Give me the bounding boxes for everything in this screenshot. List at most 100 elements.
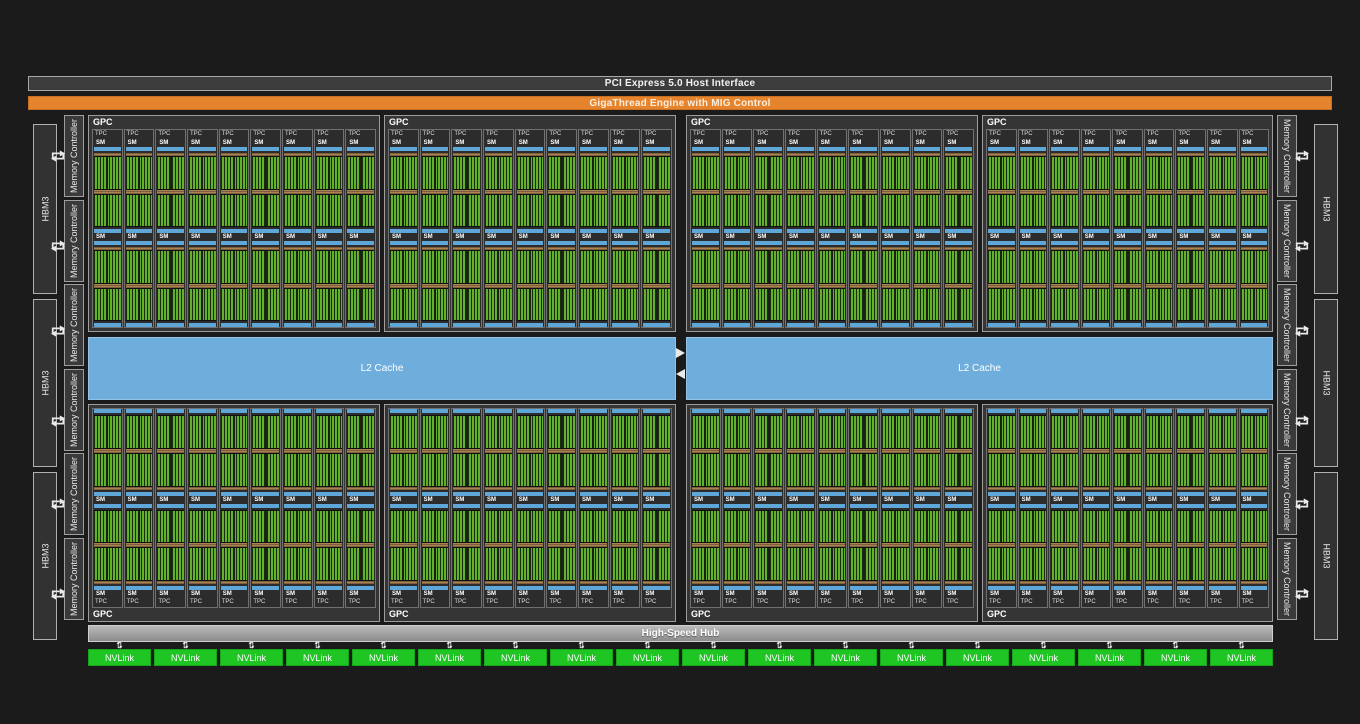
sm-unit: SM: [1050, 233, 1079, 327]
nvlink-updown-arrows-icon: [1210, 641, 1273, 649]
sm-core-array: [315, 452, 343, 487]
sm-core-array: [1208, 250, 1236, 284]
nvlink-updown-arrows-icon: [946, 641, 1009, 649]
sm-unit: SM: [849, 409, 878, 504]
tpc-column: TPC SM SM: [690, 408, 721, 608]
pcie-host-interface-bar: PCI Express 5.0 Host Interface: [28, 76, 1332, 91]
sm-core-array: [692, 287, 719, 321]
sm-label: SM: [694, 591, 703, 597]
gpc-label: GPC: [93, 609, 113, 619]
sm-unit: SM: [93, 139, 122, 233]
sm-label: SM: [725, 496, 735, 503]
sm-core-array: [189, 250, 216, 284]
sm-core-array: [988, 547, 1015, 581]
tpc-label: TPC: [158, 131, 171, 137]
nvlink-updown-arrows-icon: [814, 641, 877, 649]
sm-core-array: [315, 156, 343, 190]
sm-unit: SM: [283, 233, 312, 327]
sm-core-array: [580, 452, 607, 487]
sm-l1-data-bar: [252, 323, 280, 327]
sm-core-array: [945, 415, 973, 449]
sm-label: SM: [1053, 234, 1063, 240]
sm-unit: SM: [156, 409, 185, 504]
sm-unit: SM: [987, 409, 1016, 504]
sm-unit: SM: [723, 233, 752, 327]
sm-core-array: [988, 193, 1015, 227]
tpc-label: TPC: [422, 599, 435, 605]
memory-controller-label: Memory Controller: [69, 287, 79, 363]
sm-core-array: [1019, 250, 1047, 284]
sm-unit: SM: [251, 233, 280, 327]
sm-core-array: [643, 547, 671, 581]
sm-core-array: [1019, 415, 1047, 449]
sm-unit: SM: [188, 409, 217, 504]
nvlink-updown-arrows-icon: [484, 641, 547, 649]
sm-unit: SM: [1019, 233, 1048, 327]
sm-unit: SM: [642, 233, 671, 327]
sm-label: SM: [222, 591, 232, 597]
sm-core-array: [1208, 415, 1236, 449]
sm-unit: SM: [484, 233, 513, 327]
sm-l1-data-bar: [723, 323, 751, 327]
sm-core-array: [1114, 415, 1141, 449]
sm-core-array: [692, 250, 719, 284]
sm-unit: SM: [315, 409, 344, 504]
sm-label: SM: [550, 140, 560, 146]
sm-label: SM: [1242, 140, 1252, 146]
nvlink-label: NVLink: [896, 652, 926, 663]
sm-unit: SM: [315, 233, 344, 327]
sm-label: SM: [159, 140, 169, 146]
sm-l1-data-bar: [787, 323, 814, 327]
sm-core-array: [516, 415, 544, 449]
nvlink-updown-arrows-icon: [220, 641, 283, 649]
memory-controller-label: Memory Controller: [1282, 372, 1292, 448]
sm-unit: SM: [944, 503, 973, 599]
tpc-column: TPC SM SM: [546, 129, 578, 328]
sm-core-array: [692, 156, 719, 190]
tpc-column: TPC SM SM: [721, 129, 753, 328]
sm-unit: SM: [691, 409, 720, 504]
sm-core-array: [988, 287, 1015, 321]
tpc-column: TPC SM SM: [218, 408, 250, 608]
sm-label: SM: [254, 591, 264, 597]
memory-controller-block: Memory Controller: [64, 115, 84, 197]
sm-label: SM: [423, 140, 433, 146]
sm-label: SM: [455, 140, 465, 146]
sm-core-array: [548, 250, 576, 284]
sm-label: SM: [1210, 496, 1220, 503]
sm-core-array: [580, 415, 607, 449]
tpc-label: TPC: [724, 131, 737, 137]
tpc-label: TPC: [756, 599, 769, 605]
sm-label: SM: [487, 234, 497, 240]
sm-unit: SM: [1019, 409, 1048, 504]
sm-unit: SM: [452, 139, 481, 233]
sm-label: SM: [582, 496, 592, 503]
sm-core-array: [1051, 452, 1078, 487]
sm-unit: SM: [156, 503, 185, 599]
sm-core-array: [755, 452, 783, 487]
tpc-label: TPC: [158, 599, 171, 605]
nvlink-updown-arrows-icon: [880, 641, 943, 649]
sm-unit: SM: [346, 233, 375, 327]
sm-label: SM: [423, 591, 433, 597]
tpc-row: TPC SM SM TPC SM SM TPC SM SM TPC SM SM TPC SM SM TPC SM…: [983, 405, 1272, 608]
sm-label: SM: [725, 234, 735, 240]
sm-core-array: [818, 287, 846, 321]
tpc-column: TPC SM SM: [187, 408, 218, 608]
sm-core-array: [882, 156, 909, 190]
sm-unit: SM: [579, 503, 608, 599]
tpc-row: TPC SM SM TPC SM SM TPC SM SM TPC SM SM TPC SM SM TPC SM…: [687, 129, 977, 331]
sm-core-array: [611, 250, 639, 284]
sm-l1-data-bar: [421, 323, 449, 327]
sm-unit: SM: [421, 409, 450, 504]
memory-controller-block: Memory Controller: [64, 200, 84, 282]
tpc-label: TPC: [517, 131, 530, 137]
sm-unit: SM: [611, 139, 640, 233]
hbm-mc-swap-arrows-icon: [1294, 413, 1310, 429]
tpc-label: TPC: [221, 599, 234, 605]
sm-core-array: [692, 193, 719, 227]
nvlink-block: NVLink: [946, 649, 1009, 666]
sm-core-array: [220, 452, 248, 487]
sm-core-array: [611, 156, 639, 190]
memory-controller-block: Memory Controller: [64, 284, 84, 366]
